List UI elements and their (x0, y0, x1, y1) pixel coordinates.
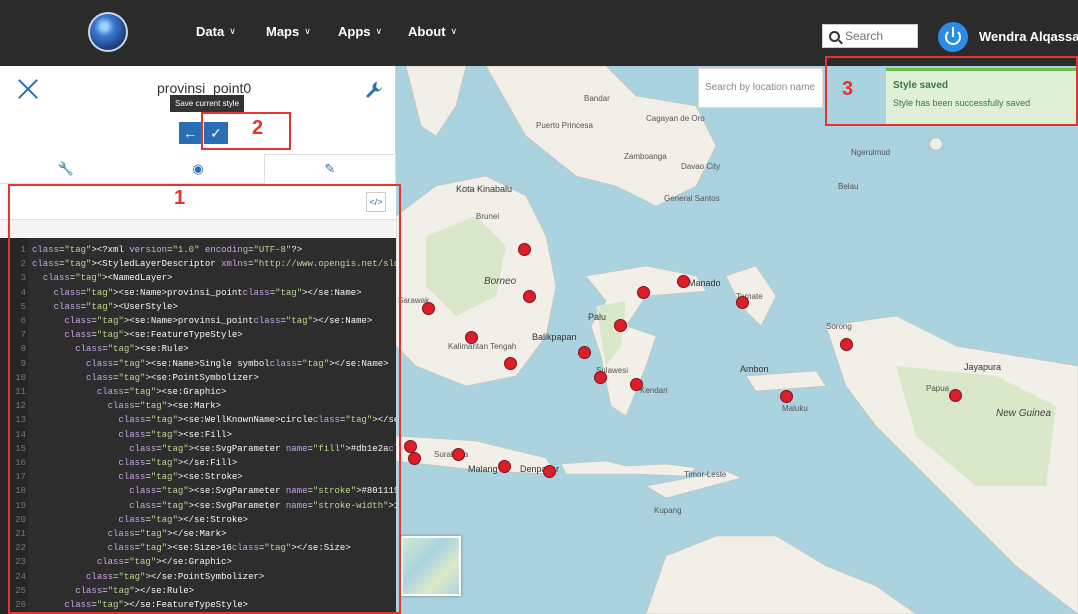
tab-style-editor[interactable]: ✎ (264, 154, 396, 184)
menu-apps-label: Apps (338, 24, 371, 39)
menu-about-label: About (408, 24, 446, 39)
land-seram (745, 370, 827, 392)
brush-icon: ✎ (324, 161, 336, 176)
location-search-input[interactable]: Search by location name (698, 68, 823, 108)
save-style-tooltip: Save current style (170, 95, 245, 112)
province-point[interactable] (780, 390, 793, 403)
search-icon (829, 30, 840, 42)
menu-maps[interactable]: Maps ∨ (266, 24, 311, 39)
province-point[interactable] (630, 378, 643, 391)
province-point[interactable] (518, 243, 531, 256)
province-point[interactable] (498, 460, 511, 473)
wrench-icon: 🔧 (57, 161, 75, 176)
globe-logo[interactable] (88, 12, 128, 52)
tab-preview[interactable]: ◉ (132, 154, 264, 184)
place-label: Brunei (476, 212, 500, 221)
province-point[interactable] (637, 286, 650, 299)
close-icon[interactable] (17, 78, 39, 100)
annotation-number-3: 3 (842, 78, 854, 100)
tab-settings[interactable]: 🔧 (0, 154, 132, 184)
menu-maps-label: Maps (266, 24, 300, 39)
land-palau (929, 137, 943, 151)
menu-data[interactable]: Data ∨ (196, 24, 236, 39)
user-name[interactable]: Wendra Alqassam (979, 29, 1078, 44)
back-button[interactable]: ← (179, 122, 201, 144)
annotation-box-3 (825, 56, 1078, 126)
chevron-down-icon: ∨ (304, 26, 311, 36)
place-label: Papua (926, 384, 950, 393)
annotation-number-2: 2 (252, 117, 264, 139)
province-point[interactable] (949, 389, 962, 402)
chevron-down-icon: ∨ (375, 26, 383, 36)
province-point[interactable] (614, 319, 627, 332)
basemap (396, 66, 1078, 614)
province-point[interactable] (523, 290, 536, 303)
province-point[interactable] (543, 465, 556, 478)
place-label: Sorong (826, 322, 852, 331)
place-label: Jayapura (964, 362, 1002, 372)
place-label: Davao City (681, 162, 721, 171)
province-point[interactable] (408, 452, 421, 465)
land-nusa-tenggara (560, 460, 697, 477)
place-label: Kupang (654, 506, 682, 515)
place-label: Cagayan de Oro (646, 114, 705, 123)
place-label: Borneo (484, 276, 517, 287)
place-label: Zamboanga (624, 152, 667, 161)
menu-data-label: Data (196, 24, 225, 39)
overview-minimap[interactable] (401, 536, 461, 596)
land-mindanao (485, 66, 717, 207)
province-point[interactable] (504, 357, 517, 370)
province-point[interactable] (465, 331, 478, 344)
place-label: Kendari (640, 386, 668, 395)
land-palawan (405, 66, 467, 137)
layer-title: provinsi_point0 (157, 80, 252, 96)
place-label: Kota Kinabalu (456, 184, 513, 194)
place-label: Manado (688, 278, 721, 288)
place-label: Balikpapan (532, 332, 577, 342)
navbar-search[interactable] (822, 24, 918, 48)
annotation-box-2 (201, 112, 291, 150)
chevron-down-icon: ∨ (450, 26, 458, 36)
menu-apps[interactable]: Apps ∨ (338, 24, 382, 39)
map-view[interactable]: Puerto Princesa Cagayan de Oro Zamboanga… (396, 66, 1078, 614)
place-label: Belau (838, 182, 859, 191)
place-label: New Guinea (996, 408, 1052, 419)
panel-tabs: 🔧 ◉ ✎ (0, 154, 396, 184)
place-label: Timor-Leste (684, 470, 727, 479)
annotation-box-1 (8, 184, 401, 614)
place-label: Maluku (782, 404, 808, 413)
place-label: Bandar (584, 94, 610, 103)
place-label: Malang (468, 464, 498, 474)
power-icon[interactable] (938, 22, 968, 52)
place-label: Palu (588, 312, 607, 322)
province-point[interactable] (578, 346, 591, 359)
province-point[interactable] (840, 338, 853, 351)
place-label: Kalimantan Tengah (448, 342, 517, 351)
place-label: Puerto Princesa (536, 121, 593, 130)
eye-icon: ◉ (192, 161, 204, 176)
wrench-icon[interactable] (364, 80, 384, 100)
annotation-number-1: 1 (174, 187, 186, 209)
province-point[interactable] (736, 296, 749, 309)
province-point[interactable] (677, 275, 690, 288)
menu-about[interactable]: About ∨ (408, 24, 457, 39)
province-point[interactable] (452, 448, 465, 461)
search-input[interactable] (845, 29, 907, 43)
place-label: Ngerulmud (851, 148, 891, 157)
chevron-down-icon: ∨ (229, 26, 236, 36)
province-point[interactable] (422, 302, 435, 315)
province-point[interactable] (594, 371, 607, 384)
place-label: Ambon (740, 364, 769, 374)
place-label: General Santos (664, 194, 720, 203)
land-australia (645, 535, 917, 614)
